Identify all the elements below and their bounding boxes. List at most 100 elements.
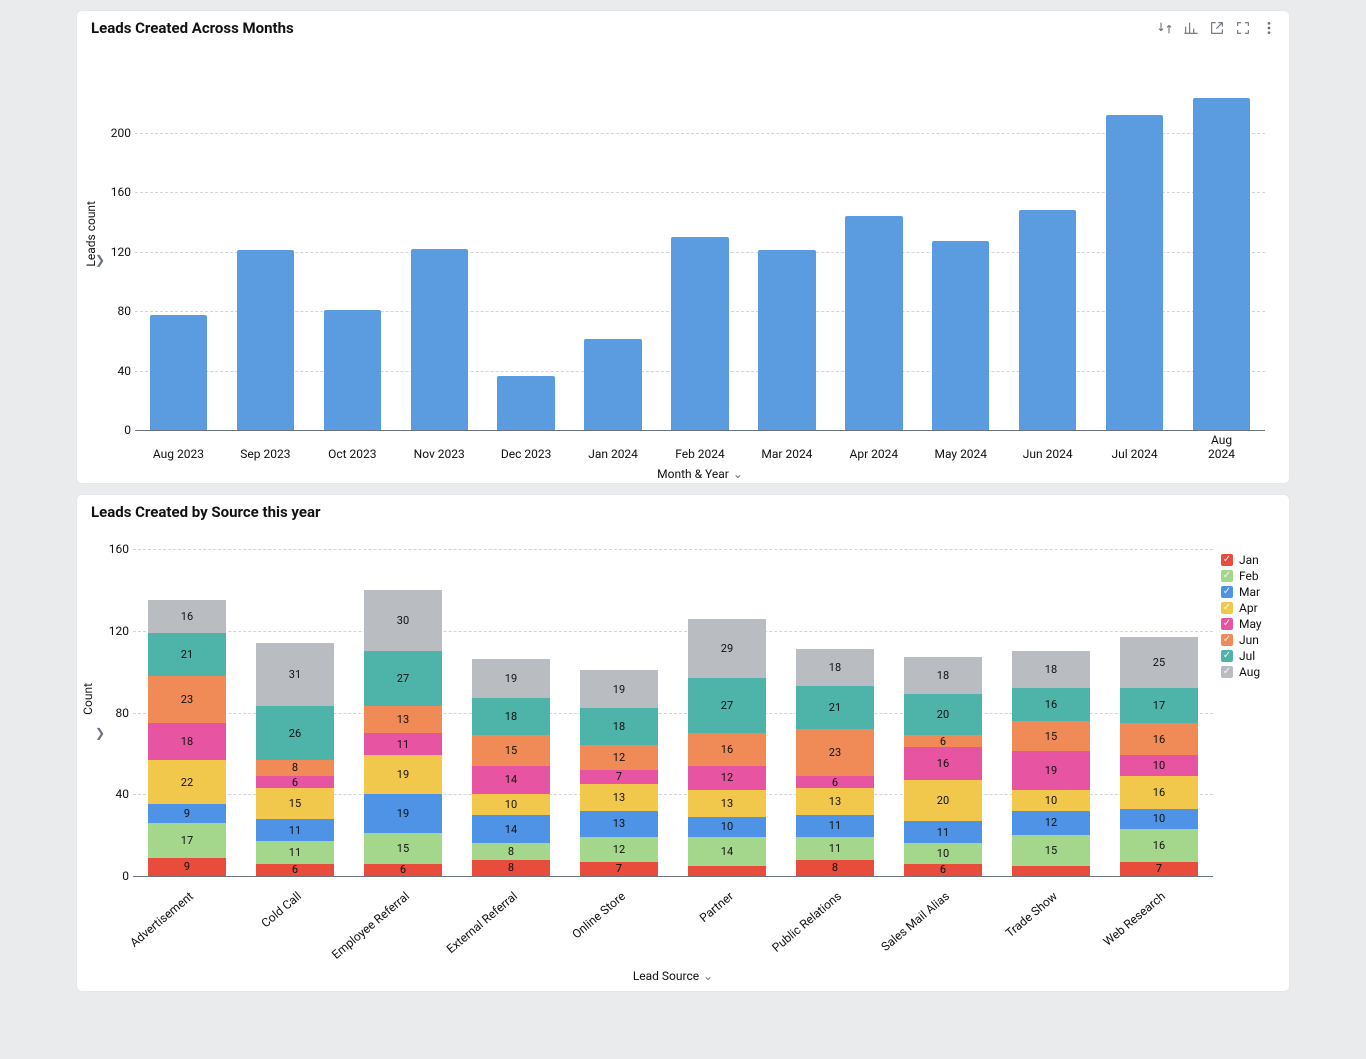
stacked-bar[interactable]: 61011201662018 [904,657,982,876]
bar-segment[interactable]: 27 [688,678,766,733]
bar[interactable] [237,250,294,430]
bar-segment[interactable]: 11 [904,821,982,843]
bar-segment[interactable]: 12 [580,837,658,862]
bar-segment[interactable]: 11 [256,841,334,863]
bar-segment[interactable]: 6 [256,776,334,788]
legend-item[interactable]: Mar [1221,585,1281,599]
bar[interactable] [758,250,815,430]
stacked-bar[interactable]: 88141014151819 [472,659,550,876]
legend-item[interactable]: Apr [1221,601,1281,615]
bar-segment[interactable]: 12 [1012,811,1090,836]
bar[interactable] [845,216,902,430]
bar-segment[interactable]: 11 [256,819,334,841]
bar-segment[interactable]: 23 [148,676,226,723]
bar-segment[interactable]: 13 [796,788,874,815]
legend-item[interactable]: Jul [1221,649,1281,663]
fullscreen-icon[interactable] [1235,20,1251,36]
bar-segment[interactable]: 19 [364,794,442,833]
stacked-bar[interactable]: 716101610161725 [1120,637,1198,876]
bar-segment[interactable]: 15 [256,788,334,819]
bar-segment[interactable]: 6 [904,864,982,876]
bar[interactable] [497,376,554,430]
bar-segment[interactable]: 18 [796,649,874,686]
bar-segment[interactable]: 11 [364,733,442,755]
bar-segment[interactable]: 16 [1120,776,1198,809]
bar-segment[interactable]: 10 [1120,809,1198,829]
bar-segment[interactable]: 30 [364,590,442,651]
bar-segment[interactable]: 10 [688,817,766,837]
bar-segment[interactable]: 6 [796,776,874,788]
bar-segment[interactable]: 12 [688,766,766,791]
bar-segment[interactable]: 6 [256,864,334,876]
bar-segment[interactable]: 23 [796,729,874,776]
bar[interactable] [324,310,381,430]
legend-item[interactable]: Jan [1221,553,1281,567]
bar[interactable] [584,339,641,430]
bar-segment[interactable]: 8 [472,843,550,859]
bar-segment[interactable]: 15 [472,735,550,766]
legend-item[interactable]: May [1221,617,1281,631]
bar-segment[interactable]: 13 [580,784,658,811]
stacked-bar[interactable]: 615191911132730 [364,590,442,876]
bar-segment[interactable]: 20 [904,780,982,821]
stacked-bar[interactable]: 91792218232116 [148,600,226,876]
bar-segment[interactable]: 25 [1120,637,1198,688]
bar-segment[interactable]: 14 [688,837,766,866]
bar-segment[interactable]: 19 [580,670,658,709]
bar-segment[interactable]: 11 [796,815,874,837]
bar-segment[interactable]: 13 [580,811,658,838]
bar-segment[interactable]: 13 [364,706,442,733]
bar-segment[interactable] [688,866,766,876]
bar-segment[interactable]: 20 [904,694,982,735]
sort-icon[interactable] [1157,20,1173,36]
bar-segment[interactable]: 16 [1120,829,1198,862]
bar-segment[interactable]: 18 [1012,651,1090,688]
stacked-bar[interactable]: 14101312162729 [688,619,766,876]
bar[interactable] [1193,98,1250,430]
bar-segment[interactable]: 17 [1120,688,1198,723]
bar-segment[interactable]: 10 [1012,790,1090,810]
bar-segment[interactable]: 16 [904,747,982,780]
bar[interactable] [411,249,468,430]
bar-segment[interactable]: 19 [1012,751,1090,790]
bar-segment[interactable] [1012,866,1090,876]
bar-segment[interactable]: 31 [256,643,334,706]
bar-segment[interactable]: 8 [472,860,550,876]
chart-type-icon[interactable] [1183,20,1199,36]
bar-segment[interactable]: 6 [364,864,442,876]
bar-segment[interactable]: 13 [688,790,766,817]
bar-segment[interactable]: 8 [256,760,334,776]
y-axis-expand-icon[interactable]: ❯ [95,726,105,740]
bar-segment[interactable]: 12 [580,745,658,770]
bar-segment[interactable]: 9 [148,858,226,876]
stacked-bar[interactable]: 6111115682631 [256,643,334,876]
bar-segment[interactable]: 10 [904,843,982,863]
bar-segment[interactable]: 16 [1120,723,1198,756]
chart1-x-axis-title[interactable]: Month & Year⌄ [135,467,1265,481]
bar-segment[interactable]: 21 [796,686,874,729]
bar[interactable] [932,241,989,430]
bar-segment[interactable]: 7 [580,770,658,784]
bar-segment[interactable]: 27 [364,651,442,706]
bar-segment[interactable]: 26 [256,706,334,759]
bar-segment[interactable]: 29 [688,619,766,678]
stacked-bar[interactable]: 81111136232118 [796,649,874,876]
bar-segment[interactable]: 18 [148,723,226,760]
bar-segment[interactable]: 15 [364,833,442,864]
legend-item[interactable]: Feb [1221,569,1281,583]
bar[interactable] [150,315,207,430]
bar-segment[interactable]: 7 [580,862,658,876]
legend-item[interactable]: Aug [1221,665,1281,679]
legend-item[interactable]: Jun [1221,633,1281,647]
bar-segment[interactable]: 17 [148,823,226,858]
bar-segment[interactable]: 14 [472,766,550,795]
chart2-x-axis-title[interactable]: Lead Source⌄ [133,969,1213,983]
bar-segment[interactable]: 22 [148,760,226,805]
bar-segment[interactable]: 10 [472,794,550,814]
bar-segment[interactable]: 16 [688,733,766,766]
stacked-bar[interactable]: 71213137121819 [580,670,658,876]
bar-segment[interactable]: 8 [796,860,874,876]
open-icon[interactable] [1209,20,1225,36]
bar-segment[interactable]: 15 [1012,721,1090,752]
bar-segment[interactable]: 7 [1120,862,1198,876]
